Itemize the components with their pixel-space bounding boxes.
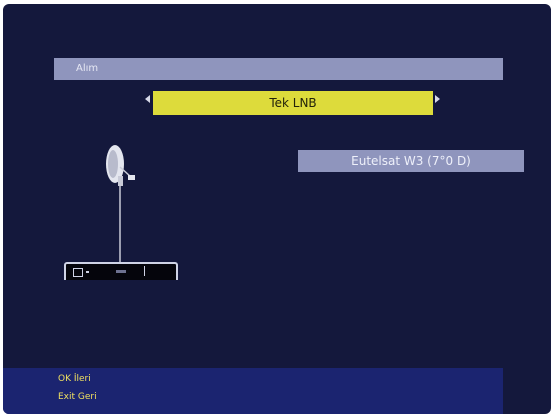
ok-hint: OK İleri <box>58 374 91 384</box>
satellite-name[interactable]: Eutelsat W3 (7°0 D) <box>298 150 524 172</box>
arrow-left-icon[interactable] <box>145 95 150 103</box>
satellite-dish-icon <box>106 145 135 264</box>
receiver-divider <box>144 266 145 276</box>
page-title: Alım <box>54 58 503 80</box>
lnb-type-value[interactable]: Tek LNB <box>153 91 433 115</box>
exit-hint: Exit Geri <box>58 392 97 402</box>
arrow-right-icon[interactable] <box>435 95 440 103</box>
receiver-display-icon <box>116 270 126 273</box>
receiver-icon <box>64 262 178 280</box>
tv-screen: Alım Tek LNB Eutelsat W3 (7°0 D) OK İler… <box>3 4 551 414</box>
help-footer: OK İleri Exit Geri <box>3 368 503 414</box>
lnb-selector[interactable]: Tek LNB <box>145 91 445 115</box>
receiver-led-icon <box>86 271 89 273</box>
receiver-power-icon <box>73 268 83 277</box>
